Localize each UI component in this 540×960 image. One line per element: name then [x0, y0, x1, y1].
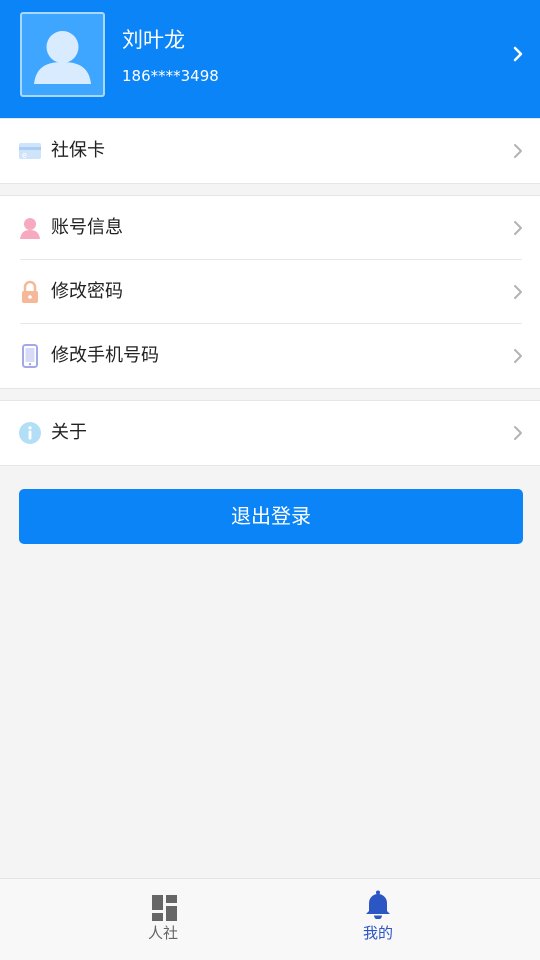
- chevron-right-icon: [514, 426, 522, 440]
- card-icon: e: [19, 143, 41, 160]
- menu-item-change-phone[interactable]: 修改手机号码: [0, 324, 540, 388]
- menu-item-label: 关于: [51, 422, 87, 443]
- svg-text:e: e: [22, 150, 27, 160]
- menu-group-card: e 社保卡: [0, 118, 540, 184]
- chevron-right-icon: [514, 349, 522, 363]
- bell-icon: [366, 890, 390, 919]
- user-name: 刘叶龙: [122, 28, 185, 52]
- chevron-right-icon: [514, 285, 522, 299]
- profile-header[interactable]: 刘叶龙 186****3498: [0, 0, 540, 118]
- menu-item-label: 修改密码: [51, 281, 123, 302]
- bottom-tab-bar: 人社 我的: [0, 878, 540, 960]
- menu-group-about: 关于: [0, 400, 540, 466]
- menu-item-about[interactable]: 关于: [0, 401, 540, 465]
- menu-item-label: 社保卡: [51, 140, 105, 161]
- lock-icon: [22, 280, 38, 303]
- logout-button[interactable]: 退出登录: [19, 489, 523, 544]
- menu-item-change-password[interactable]: 修改密码: [0, 260, 540, 324]
- avatar: [20, 12, 105, 97]
- chevron-right-icon: [514, 144, 522, 158]
- person-icon: [20, 218, 40, 239]
- menu-item-label: 修改手机号码: [51, 345, 159, 366]
- grid-icon: [152, 895, 177, 921]
- user-silhouette-icon: [34, 31, 91, 84]
- tab-mine[interactable]: 我的: [243, 879, 513, 960]
- info-icon: [19, 422, 41, 444]
- menu-group-account: 账号信息 修改密码 修改手机号码: [0, 195, 540, 389]
- menu-item-account-info[interactable]: 账号信息: [0, 196, 540, 260]
- phone-icon: [22, 344, 38, 368]
- user-phone: 186****3498: [122, 67, 219, 85]
- chevron-right-icon: [514, 221, 522, 235]
- menu-item-social-security-card[interactable]: e 社保卡: [0, 119, 540, 183]
- chevron-right-icon[interactable]: [508, 44, 528, 64]
- tab-label: 我的: [362, 924, 393, 942]
- menu-item-label: 账号信息: [51, 217, 123, 238]
